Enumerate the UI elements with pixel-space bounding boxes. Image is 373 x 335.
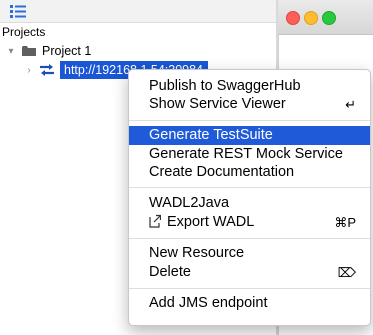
- delete-key-icon: ⌦: [337, 265, 356, 280]
- menu-item-add-jms-endpoint[interactable]: Add JMS endpoint: [129, 294, 370, 313]
- return-key-icon: ↵: [345, 97, 356, 112]
- navigator-toolbar: [0, 0, 276, 23]
- window-titlebar[interactable]: [278, 0, 373, 35]
- list-view-icon[interactable]: [9, 4, 27, 18]
- projects-header: Projects: [2, 25, 46, 39]
- close-window-button[interactable]: [286, 11, 300, 25]
- tree-item-project[interactable]: ▾ Project 1: [4, 42, 91, 60]
- chevron-right-icon[interactable]: ›: [22, 65, 36, 76]
- project-label: Project 1: [42, 44, 92, 58]
- context-menu: Publish to SwaggerHub Show Service Viewe…: [128, 69, 371, 326]
- menu-item-wadl2java[interactable]: WADL2Java: [129, 194, 370, 213]
- menu-item-generate-rest-mock[interactable]: Generate REST Mock Service: [129, 145, 370, 164]
- export-wadl-shortcut: ⌘P: [334, 215, 356, 230]
- menu-item-delete[interactable]: Delete ⌦: [129, 263, 370, 282]
- menu-separator: [129, 120, 370, 121]
- menu-item-create-documentation[interactable]: Create Documentation: [129, 163, 370, 182]
- menu-item-generate-testsuite[interactable]: Generate TestSuite: [129, 126, 370, 145]
- menu-item-show-service-viewer[interactable]: Show Service Viewer ↵: [129, 95, 370, 114]
- menu-separator: [129, 288, 370, 289]
- folder-icon: [22, 46, 36, 56]
- export-icon: [149, 214, 161, 228]
- menu-item-new-resource[interactable]: New Resource: [129, 244, 370, 263]
- minimize-window-button[interactable]: [304, 11, 318, 25]
- menu-item-publish-swaggerhub[interactable]: Publish to SwaggerHub: [129, 77, 370, 96]
- chevron-down-icon[interactable]: ▾: [4, 46, 18, 57]
- menu-separator: [129, 187, 370, 188]
- maximize-window-button[interactable]: [322, 11, 336, 25]
- rest-service-icon: [40, 64, 54, 76]
- menu-separator: [129, 238, 370, 239]
- menu-item-export-wadl[interactable]: Export WADL ⌘P: [129, 213, 370, 232]
